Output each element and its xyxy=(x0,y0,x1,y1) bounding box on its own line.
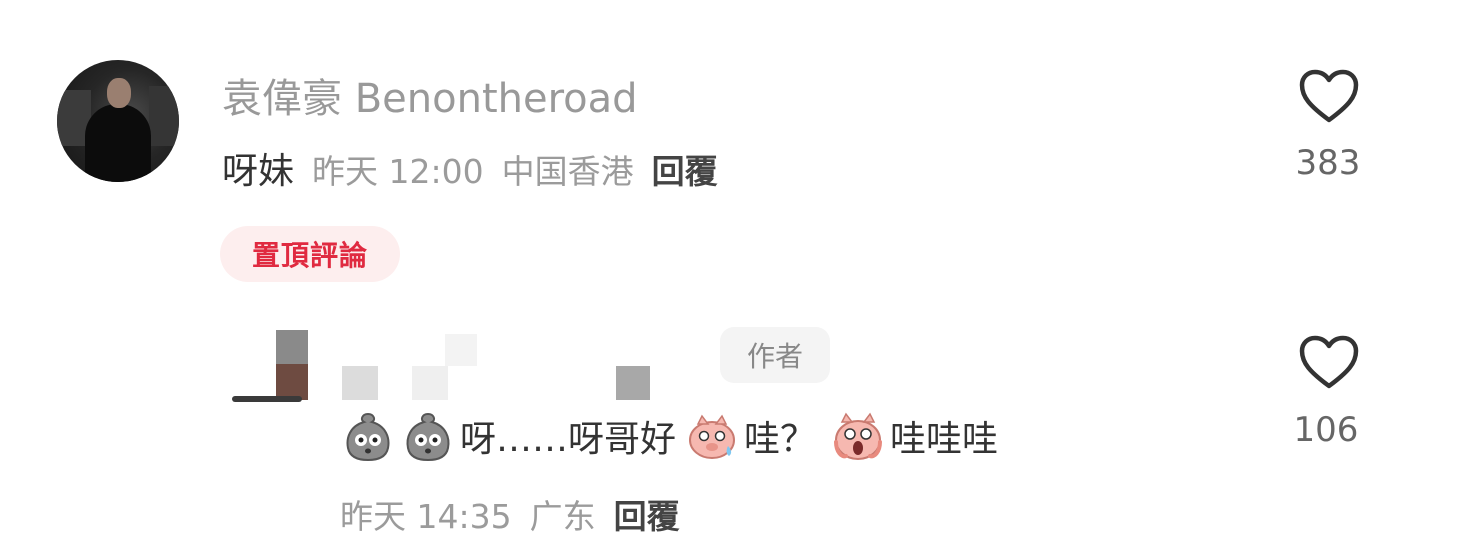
grey-bag-emoji-icon xyxy=(406,412,450,462)
like-button[interactable] xyxy=(1298,68,1360,128)
like-button[interactable] xyxy=(1298,334,1360,394)
comment-date: 昨天 12:00 xyxy=(312,152,484,191)
reply-location: 广东 xyxy=(529,497,596,536)
like-count: 383 xyxy=(1295,143,1361,183)
pinned-comment-badge: 置頂評論 xyxy=(220,226,400,282)
censored-avatar-block xyxy=(276,364,308,400)
reply-button[interactable]: 回覆 xyxy=(652,145,718,193)
reply-text: 哇哇哇 xyxy=(890,419,999,460)
like-count: 106 xyxy=(1293,410,1359,450)
censored-avatar-block xyxy=(276,330,308,364)
avatar-figure xyxy=(85,104,151,182)
comment-username[interactable]: 袁偉豪 Benontheroad xyxy=(222,66,638,124)
screaming-pig-emoji-icon xyxy=(834,412,883,460)
avatar[interactable] xyxy=(57,60,179,182)
comment-text: 呀妹 xyxy=(222,151,295,192)
reply-meta-row: 昨天 14:35 广东 回覆 xyxy=(340,490,680,538)
heart-icon xyxy=(1299,335,1359,389)
blushing-pig-emoji-icon xyxy=(689,414,736,459)
heart-icon xyxy=(1299,69,1359,123)
reply-text: 哇？ xyxy=(744,419,817,460)
censored-avatar-edge xyxy=(232,396,302,402)
censored-username-block xyxy=(616,366,650,400)
comment-location: 中国香港 xyxy=(501,152,634,191)
reply-text: 呀……呀哥好 xyxy=(460,419,677,460)
reply-date: 昨天 14:35 xyxy=(340,497,512,536)
reply-button[interactable]: 回覆 xyxy=(614,490,680,538)
avatar-background xyxy=(149,86,179,146)
censored-username-block xyxy=(445,334,477,366)
censored-username-block xyxy=(342,366,378,400)
censored-username-block xyxy=(412,366,448,400)
avatar-face xyxy=(107,78,131,108)
reply-text-row: 呀……呀哥好 哇？ 哇哇哇 xyxy=(340,406,998,466)
author-badge: 作者 xyxy=(720,327,830,383)
comment-body-row: 呀妹 昨天 12:00 中国香港 回覆 xyxy=(222,142,718,194)
grey-bag-emoji-icon xyxy=(346,412,390,462)
